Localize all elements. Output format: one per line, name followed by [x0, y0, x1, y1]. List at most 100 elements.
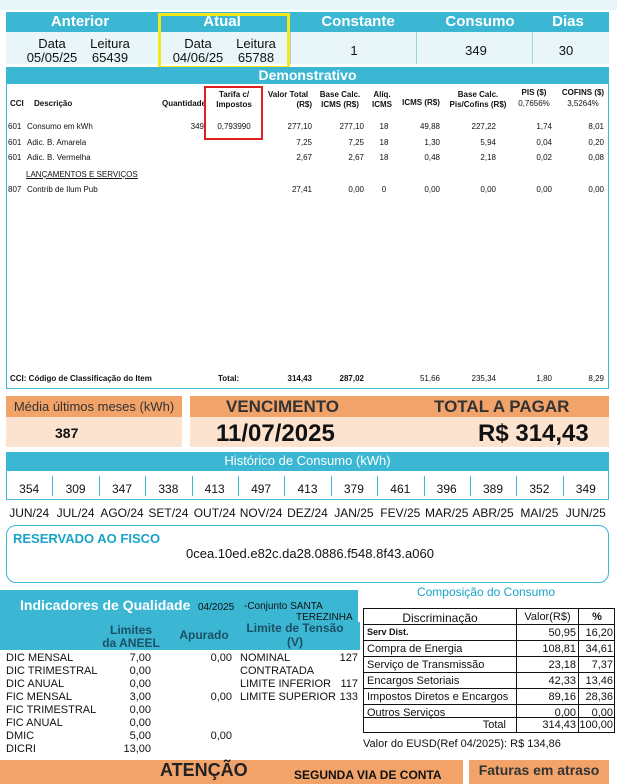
- tensao-name: CONTRATADA: [240, 665, 315, 677]
- col-apurado: Apurado: [179, 628, 229, 642]
- row-cofins: 8,01: [588, 122, 604, 131]
- historico-month: MAI/25: [520, 506, 559, 520]
- indicador-limite: 7,00: [129, 652, 151, 664]
- indicador-name: FIC ANUAL: [6, 717, 63, 729]
- row-cci: 601: [8, 122, 22, 131]
- col-descricao: Descrição: [34, 99, 73, 108]
- tensao-value: 127: [339, 652, 358, 664]
- historico-value: 354: [19, 482, 40, 496]
- anterior-data: 05/05/25: [26, 50, 78, 65]
- col-cci: CCI: [10, 99, 24, 108]
- historico-value: 413: [204, 482, 225, 496]
- row-pis: 0,04: [536, 138, 552, 147]
- col-cofins-2: 3,5264%: [567, 99, 599, 108]
- row4-pis: 0,00: [536, 185, 552, 194]
- indicador-name: DIC TRIMESTRAL: [6, 665, 98, 677]
- anterior-data-label: Data: [38, 36, 66, 51]
- row4-cci: 807: [8, 185, 22, 194]
- indicador-name: DIC MENSAL: [6, 652, 74, 664]
- footer-cci-legend: CCI: Código de Classificação do Item: [10, 374, 152, 383]
- col-aliq-1: Alíq.: [373, 90, 391, 99]
- row-cofins: 0,08: [588, 153, 604, 162]
- col-tensao-2: (V): [287, 635, 303, 649]
- col-tensao-1: Limite de Tensão: [246, 621, 344, 635]
- row-icms: 49,88: [419, 122, 440, 131]
- tensao-value: 117: [340, 678, 358, 690]
- indicador-limite: 0,00: [129, 665, 151, 677]
- comp-row-value: 50,95: [548, 627, 576, 639]
- comp-h-valor: Valor(R$): [524, 611, 571, 623]
- col-pis-2: 0,7656%: [518, 99, 550, 108]
- dias-value: 30: [558, 43, 574, 58]
- comp-h-pct: %: [592, 611, 602, 623]
- indicador-limite: 5,00: [129, 730, 151, 742]
- indicador-limite: 13,00: [123, 743, 151, 755]
- comp-total-pct: 100,00: [579, 719, 613, 731]
- indicadores-conj-1: -Conjunto SANTA: [244, 601, 323, 612]
- row-cci: 601: [8, 153, 22, 162]
- header-anterior: Anterior: [20, 13, 140, 30]
- historico-value: 389: [482, 482, 503, 496]
- col-limites-1: Limites: [109, 623, 152, 637]
- row-bcp: 2,18: [480, 153, 496, 162]
- row4-bcp: 0,00: [480, 185, 496, 194]
- row4-aliq: 0: [381, 185, 387, 194]
- fisco-code: 0cea.10ed.e82c.da28.0886.f548.8f43.a060: [186, 546, 434, 561]
- historico-month: JUN/25: [565, 506, 606, 520]
- col-limites-2: da ANEEL: [102, 636, 160, 650]
- historico-month: OUT/24: [193, 506, 236, 520]
- tarifa-highlight-box: [204, 86, 263, 140]
- composicao-title: Composição do Consumo: [416, 585, 556, 599]
- indicador-limite: 0,00: [129, 704, 151, 716]
- comp-row-pct: 28,36: [585, 691, 613, 703]
- col-aliq-2: ICMS: [372, 100, 392, 109]
- atencao-label: ATENÇÃO: [160, 760, 248, 780]
- row4-icms: 0,00: [424, 185, 440, 194]
- row-vt: 277,10: [287, 122, 312, 131]
- historico-month: JUL/24: [56, 506, 95, 520]
- historico-month: ABR/25: [472, 506, 514, 520]
- atual-highlight-box: [158, 13, 290, 69]
- col-pis-1: PIS ($): [521, 88, 547, 97]
- col-quantidade: Quantidade: [161, 99, 206, 108]
- indicador-name: DICRI: [6, 743, 36, 755]
- comp-row-label: Serviço de Transmissão: [367, 659, 485, 671]
- row-desc: Adic. B. Vermelha: [27, 153, 91, 162]
- indicador-limite: 0,00: [129, 717, 151, 729]
- consumo-value: 349: [465, 43, 487, 58]
- total-value: R$ 314,43: [478, 420, 589, 447]
- col-cofins-1: COFINS ($): [561, 88, 605, 97]
- comp-row-pct: 16,20: [585, 627, 613, 639]
- vencimento-value: 11/07/2025: [216, 420, 335, 447]
- comp-total-line: [363, 717, 615, 718]
- total-label: TOTAL A PAGAR: [434, 397, 570, 416]
- historico-value: 413: [297, 482, 318, 496]
- comp-row-line: [363, 656, 615, 657]
- col-vt-2: (R$): [296, 100, 312, 109]
- fisco-label: RESERVADO AO FISCO: [13, 531, 161, 546]
- col-bcp-1: Base Calc.: [457, 90, 499, 99]
- header-consumo: Consumo: [420, 13, 540, 30]
- footer-icms: 51,66: [419, 374, 440, 383]
- comp-row-label: Encargos Setoriais: [367, 675, 460, 687]
- anterior-leitura: 65439: [91, 50, 129, 65]
- row-vt: 7,25: [296, 138, 312, 147]
- anterior-leitura-label: Leitura: [90, 36, 130, 51]
- col-icms: ICMS (R$): [402, 98, 440, 107]
- comp-row-label: Impostos Diretos e Encargos: [367, 691, 509, 703]
- comp-row-line: [363, 704, 615, 705]
- media-box: [6, 417, 182, 447]
- comp-h-disc: Discriminação: [402, 611, 478, 625]
- indicador-apurado: 0,00: [210, 652, 232, 664]
- row-icms: 0,48: [424, 153, 440, 162]
- footer-bcp: 235,34: [471, 374, 496, 383]
- comp-row-pct: 13,46: [585, 675, 613, 687]
- header-dias: Dias: [538, 13, 598, 30]
- comp-row-line: [363, 672, 615, 673]
- comp-row-value: 23,18: [548, 659, 576, 671]
- historico-value: 497: [251, 482, 272, 496]
- comp-total-label: Total: [482, 719, 506, 731]
- row4-cofins: 0,00: [588, 185, 604, 194]
- constante-value: 1: [350, 43, 358, 58]
- historico-month: NOV/24: [239, 506, 283, 520]
